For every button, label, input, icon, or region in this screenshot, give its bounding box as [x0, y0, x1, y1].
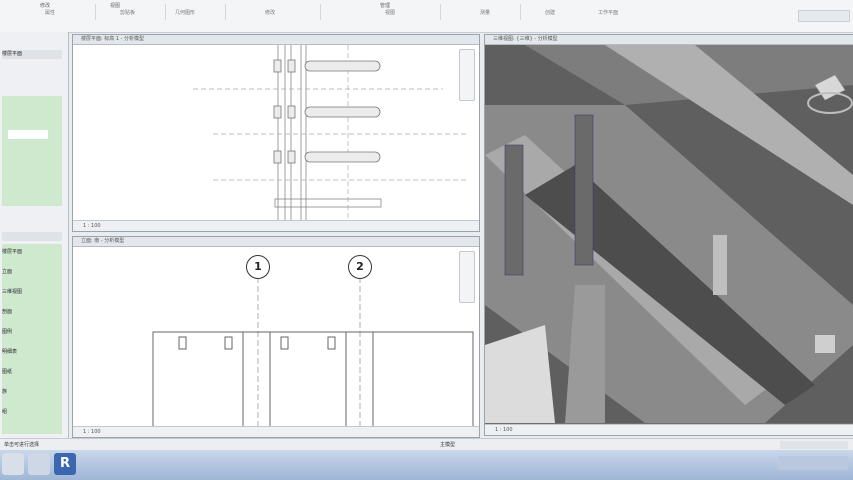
ribbon-group-workplane: 工作平面: [598, 10, 619, 16]
browser-item-floor-plan[interactable]: 楼层平面: [2, 248, 62, 257]
3d-view-title: 三维视图: {三维} - 分析模型: [485, 35, 853, 45]
revit-app-icon[interactable]: R: [54, 453, 76, 475]
3d-view-window[interactable]: 三维视图: {三维} - 分析模型 1 : 100: [484, 34, 853, 436]
system-tray[interactable]: [778, 456, 848, 470]
ribbon-separator: [95, 4, 96, 20]
grid-marker-1[interactable]: 1: [246, 255, 270, 279]
file-explorer-icon[interactable]: [28, 453, 50, 475]
browser-item-groups[interactable]: 组: [2, 408, 62, 417]
ribbon-separator: [225, 4, 226, 20]
ribbon-right-tools[interactable]: [798, 10, 850, 22]
browser-item-families[interactable]: 族: [2, 388, 62, 397]
panel-title: 楼层平面: [2, 50, 62, 59]
ribbon-group-measure: 测量: [480, 10, 491, 16]
ribbon-group-geometry: 几何图形: [175, 10, 196, 16]
browser-header: [2, 232, 62, 241]
ribbon-group-clipboard: 剪贴板: [120, 10, 136, 16]
ribbon-tab-modify[interactable]: 修改: [40, 2, 50, 9]
navigation-bar[interactable]: [459, 49, 475, 101]
ribbon-tab-manage[interactable]: 管理: [380, 2, 390, 9]
plan-drawing: [193, 45, 468, 221]
properties-list[interactable]: [2, 96, 62, 206]
browser-item-schedule[interactable]: 明细表: [2, 348, 62, 357]
taskbar: R: [0, 450, 853, 480]
selected-property[interactable]: [8, 130, 48, 139]
navigation-bar[interactable]: [459, 251, 475, 303]
plan-view-control-bar[interactable]: 1 : 100: [73, 220, 479, 231]
ribbon-group-modify: 修改: [265, 10, 276, 16]
plan-view-window[interactable]: 楼层平面: 标高 1 - 分析模型 1 : 100: [72, 34, 480, 232]
3d-model-render: [485, 45, 853, 423]
browser-item-sheets[interactable]: 图纸: [2, 368, 62, 377]
elevation-view-title: 立面: 南 - 分析模型: [73, 237, 479, 247]
plan-view-title: 楼层平面: 标高 1 - 分析模型: [73, 35, 479, 45]
property-row[interactable]: [2, 74, 62, 83]
3d-view-control-bar[interactable]: 1 : 100: [485, 424, 853, 435]
ribbon: 修改 视图 管理 属性 剪贴板 几何图形 修改 视图 测量 创建 工作平面: [0, 0, 853, 33]
elevation-view-window[interactable]: 立面: 南 - 分析模型 1 2 1 : 100: [72, 236, 480, 438]
ribbon-group-properties: 属性: [45, 10, 56, 16]
ribbon-separator: [520, 4, 521, 20]
elevation-view-control-bar[interactable]: 1 : 100: [73, 426, 479, 437]
browser-item-3d[interactable]: 三维视图: [2, 288, 62, 297]
browser-item-legend[interactable]: 图例: [2, 328, 62, 337]
browser-item-elevation[interactable]: 立面: [2, 268, 62, 277]
ribbon-group-view: 视图: [385, 10, 396, 16]
grid-marker-2[interactable]: 2: [348, 255, 372, 279]
ribbon-separator: [320, 4, 321, 20]
start-icon[interactable]: [2, 453, 24, 475]
elevation-drawing: [152, 277, 474, 427]
ribbon-separator: [440, 4, 441, 20]
ribbon-group-create: 创建: [545, 10, 556, 16]
browser-item-section[interactable]: 剖面: [2, 308, 62, 317]
ribbon-tab-view[interactable]: 视图: [110, 2, 120, 9]
ribbon-separator: [165, 4, 166, 20]
project-browser-panel: 楼层平面 楼层平面 立面 三维视图 剖面 图例 明细表 图纸 族 组: [0, 32, 69, 438]
selection-filter-icons[interactable]: [780, 441, 848, 449]
